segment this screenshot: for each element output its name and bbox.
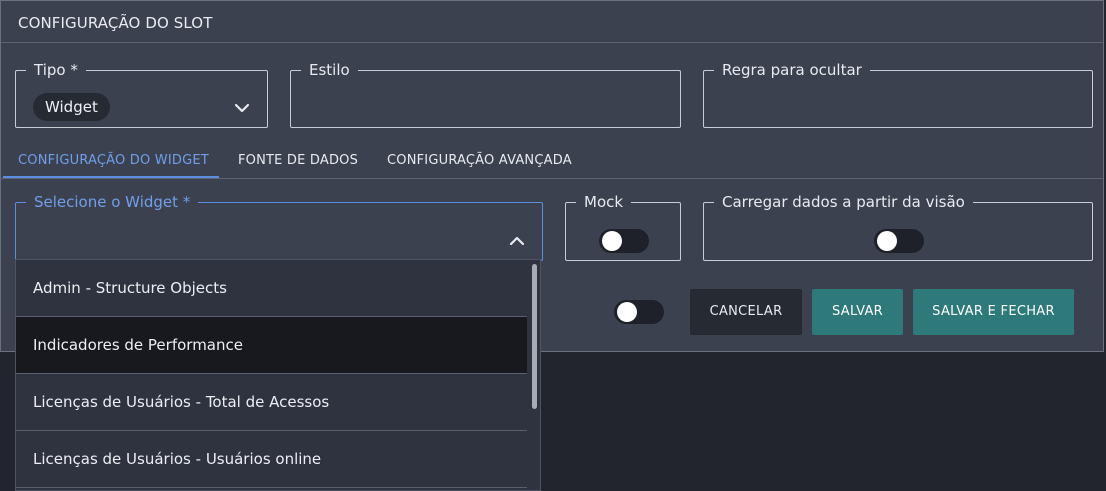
carregar-dados-field: Carregar dados a partir da visão bbox=[703, 193, 1093, 261]
mock-field: Mock bbox=[565, 193, 681, 261]
option-licencas-total-acessos[interactable]: Licenças de Usuários - Total de Acessos bbox=[16, 374, 527, 431]
tab-bar: CONFIGURAÇÃO DO WIDGET FONTE DE DADOS CO… bbox=[1, 141, 1103, 179]
widget-select-label: Selecione o Widget * bbox=[34, 193, 191, 211]
save-button[interactable]: SALVAR bbox=[812, 289, 903, 335]
option-indicadores-performance[interactable]: Indicadores de Performance bbox=[16, 317, 527, 374]
tab-configuracao-widget[interactable]: CONFIGURAÇÃO DO WIDGET bbox=[18, 153, 209, 168]
tab-fonte-dados[interactable]: FONTE DE DADOS bbox=[238, 153, 358, 168]
estilo-field[interactable]: Estilo bbox=[290, 61, 681, 128]
tab-configuracao-avancada[interactable]: CONFIGURAÇÃO AVANÇADA bbox=[387, 153, 572, 168]
tipo-select[interactable]: Tipo * Widget bbox=[15, 61, 268, 128]
tipo-value-chip: Widget bbox=[33, 93, 110, 121]
carregar-dados-toggle-knob bbox=[877, 231, 897, 251]
dropdown-scrollbar[interactable] bbox=[532, 264, 537, 409]
option-licencas-usuarios-online[interactable]: Licenças de Usuários - Usuários online bbox=[16, 431, 527, 488]
carregar-dados-toggle[interactable] bbox=[874, 229, 924, 253]
cancel-button[interactable]: CANCELAR bbox=[690, 289, 802, 335]
dialog-title: CONFIGURAÇÃO DO SLOT bbox=[18, 14, 213, 32]
option-admin-structure-objects[interactable]: Admin - Structure Objects bbox=[16, 260, 527, 317]
chevron-down-icon[interactable] bbox=[234, 103, 250, 113]
save-and-close-button[interactable]: SALVAR E FECHAR bbox=[913, 289, 1074, 335]
extra-toggle[interactable] bbox=[614, 300, 664, 324]
extra-toggle-knob bbox=[617, 302, 637, 322]
active-tab-indicator bbox=[3, 176, 219, 178]
mock-label: Mock bbox=[584, 193, 624, 211]
mock-toggle[interactable] bbox=[599, 229, 649, 253]
regra-ocultar-field[interactable]: Regra para ocultar bbox=[703, 61, 1093, 128]
tipo-label: Tipo * bbox=[34, 61, 78, 79]
regra-ocultar-label: Regra para ocultar bbox=[722, 61, 862, 79]
estilo-label: Estilo bbox=[309, 61, 350, 79]
dialog-title-bar: CONFIGURAÇÃO DO SLOT bbox=[1, 1, 1103, 43]
mock-toggle-knob bbox=[602, 231, 622, 251]
widget-options-dropdown: Admin - Structure Objects Indicadores de… bbox=[15, 259, 541, 491]
widget-select[interactable]: Selecione o Widget * bbox=[15, 193, 543, 261]
chevron-up-icon[interactable] bbox=[509, 236, 525, 246]
carregar-dados-label: Carregar dados a partir da visão bbox=[722, 193, 965, 211]
